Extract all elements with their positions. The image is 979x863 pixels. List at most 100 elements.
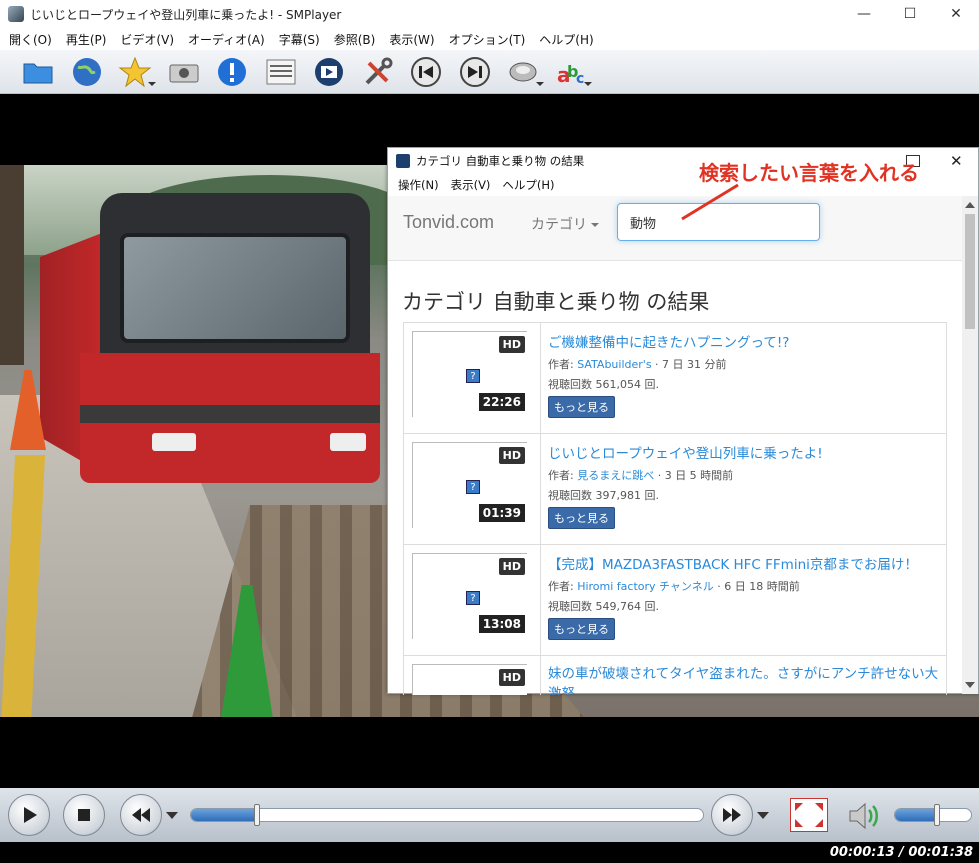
preferences-button[interactable]	[354, 52, 403, 92]
menu-video[interactable]: ビデオ(V)	[113, 31, 181, 48]
more-button[interactable]: もっと見る	[548, 396, 615, 418]
previous-button[interactable]	[402, 52, 451, 92]
screenshot-camera-icon	[169, 64, 199, 82]
favorites-dropdown-icon[interactable]	[147, 81, 156, 86]
train-image	[40, 193, 380, 493]
open-folder-button[interactable]	[14, 52, 63, 92]
forward-button[interactable]	[711, 794, 753, 836]
video-thumbnail[interactable]: HD ? 22:26	[412, 331, 527, 417]
results-list: HD ? 22:26 ご機嫌整備中に起きたハプニングって!? 作者: SATAb…	[403, 322, 947, 695]
maximize-button[interactable]: ☐	[887, 0, 933, 28]
hd-badge: HD	[498, 447, 525, 464]
window-titlebar: じいじとロープウェイや登山列車に乗ったよ! - SMPlayer — ☐ ✕	[0, 0, 979, 28]
subtitles-button[interactable]: abc	[548, 52, 597, 92]
open-url-button[interactable]	[63, 52, 112, 92]
hd-badge: HD	[498, 669, 525, 686]
video-title-link[interactable]: 妹の車が破壊されてタイヤ盗まれた。さすがにアンチ許せない大激怒	[548, 664, 944, 695]
playback-controls	[0, 788, 979, 842]
mute-button[interactable]	[846, 800, 882, 832]
site-brand-link[interactable]: Tonvid.com	[403, 212, 494, 233]
svg-text:c: c	[576, 71, 584, 87]
video-thumbnail[interactable]: HD ? 13:08	[412, 553, 527, 639]
menu-audio[interactable]: オーディオ(A)	[181, 31, 272, 48]
next-button[interactable]	[451, 52, 500, 92]
scroll-down-icon[interactable]	[965, 682, 975, 688]
fullscreen-icon	[795, 803, 823, 827]
video-title-link[interactable]: じいじとロープウェイや登山列車に乗ったよ!	[548, 442, 944, 462]
favorites-button[interactable]	[111, 52, 160, 92]
open-folder-icon	[23, 63, 53, 83]
info-icon	[218, 57, 247, 86]
video-meta: 作者: SATAbuilder's · 7 日 31 分前	[548, 358, 727, 371]
youtube-browser-icon	[315, 57, 344, 86]
seek-handle[interactable]	[253, 804, 260, 826]
subtitles-dropdown-icon[interactable]	[584, 81, 592, 86]
hd-badge: HD	[498, 336, 525, 353]
view-count: 視聴回数 549,764 回.	[548, 600, 659, 613]
audio-button[interactable]	[499, 52, 548, 92]
youtube-browser-button[interactable]	[305, 52, 354, 92]
forward-dropdown-icon[interactable]	[757, 812, 769, 819]
forward-icon	[723, 808, 741, 822]
playlist-button[interactable]	[257, 52, 306, 92]
view-count: 視聴回数 561,054 回.	[548, 378, 659, 391]
dialog-scrollbar[interactable]	[962, 196, 978, 694]
result-row: HD ? 13:08 【完成】MAZDA3FASTBACK HFC FFmini…	[404, 545, 946, 656]
video-thumbnail[interactable]: HD	[412, 664, 527, 695]
author-link[interactable]: 見るまえに跳べ	[577, 469, 654, 482]
speaker-icon	[849, 802, 878, 830]
play-button[interactable]	[8, 794, 50, 836]
audio-dropdown-icon[interactable]	[535, 81, 544, 86]
duration-badge: 01:39	[478, 504, 525, 522]
caret-down-icon	[591, 223, 599, 227]
duration-badge: 22:26	[478, 393, 525, 411]
stop-button[interactable]	[63, 794, 105, 836]
annotation-arrow-icon	[681, 183, 739, 221]
scroll-up-icon[interactable]	[965, 202, 975, 208]
dialog-menu-help[interactable]: ヘルプ(H)	[496, 177, 560, 193]
result-row: HD ? 22:26 ご機嫌整備中に起きたハプニングって!? 作者: SATAb…	[404, 323, 946, 434]
category-dropdown[interactable]: カテゴリ	[531, 214, 599, 234]
dialog-close-button[interactable]: ✕	[950, 152, 968, 170]
previous-icon	[411, 56, 442, 87]
menu-view[interactable]: 表示(W)	[382, 31, 441, 48]
dialog-menu-view[interactable]: 表示(V)	[445, 177, 497, 193]
time-display: 00:00:13 / 00:01:38	[829, 845, 973, 860]
volume-fill	[895, 809, 937, 821]
more-button[interactable]: もっと見る	[548, 618, 615, 640]
menu-help[interactable]: ヘルプ(H)	[532, 31, 600, 48]
more-button[interactable]: もっと見る	[548, 507, 615, 529]
dialog-menu-operation[interactable]: 操作(N)	[392, 177, 445, 193]
scrollbar-thumb[interactable]	[965, 214, 975, 329]
results-heading: カテゴリ 自動車と乗り物 の結果	[402, 290, 710, 314]
screenshot-button[interactable]	[160, 52, 209, 92]
missing-image-icon: ?	[466, 480, 480, 494]
stop-icon	[78, 809, 90, 821]
video-title-link[interactable]: 【完成】MAZDA3FASTBACK HFC FFmini京都までお届け！	[548, 553, 944, 573]
video-thumbnail[interactable]: HD ? 01:39	[412, 442, 527, 528]
menu-options[interactable]: オプション(T)	[442, 31, 533, 48]
menu-play[interactable]: 再生(P)	[59, 31, 114, 48]
result-row: HD 妹の車が破壊されてタイヤ盗まれた。さすがにアンチ許せない大激怒	[404, 656, 946, 695]
rewind-button[interactable]	[120, 794, 162, 836]
menu-open[interactable]: 開く(O)	[2, 31, 59, 48]
menu-subtitles[interactable]: 字幕(S)	[272, 31, 327, 48]
minimize-button[interactable]: —	[841, 0, 887, 28]
duration-badge: 13:08	[478, 615, 525, 633]
author-link[interactable]: Hiromi factory チャンネル	[577, 580, 714, 593]
author-link[interactable]: SATAbuilder's	[577, 358, 651, 371]
next-icon	[459, 56, 490, 87]
missing-image-icon: ?	[466, 591, 480, 605]
info-button[interactable]	[208, 52, 257, 92]
rewind-dropdown-icon[interactable]	[166, 812, 178, 819]
toolbar: abc	[0, 50, 979, 94]
menu-browse[interactable]: 参照(B)	[327, 31, 383, 48]
result-row: HD ? 01:39 じいじとロープウェイや登山列車に乗ったよ! 作者: 見るま…	[404, 434, 946, 545]
close-button[interactable]: ✕	[933, 0, 979, 28]
play-icon	[24, 807, 37, 823]
fullscreen-button[interactable]	[790, 798, 828, 832]
volume-handle[interactable]	[933, 804, 940, 826]
globe-icon	[72, 57, 101, 86]
seek-bar[interactable]	[190, 808, 704, 822]
video-title-link[interactable]: ご機嫌整備中に起きたハプニングって!?	[548, 331, 944, 351]
